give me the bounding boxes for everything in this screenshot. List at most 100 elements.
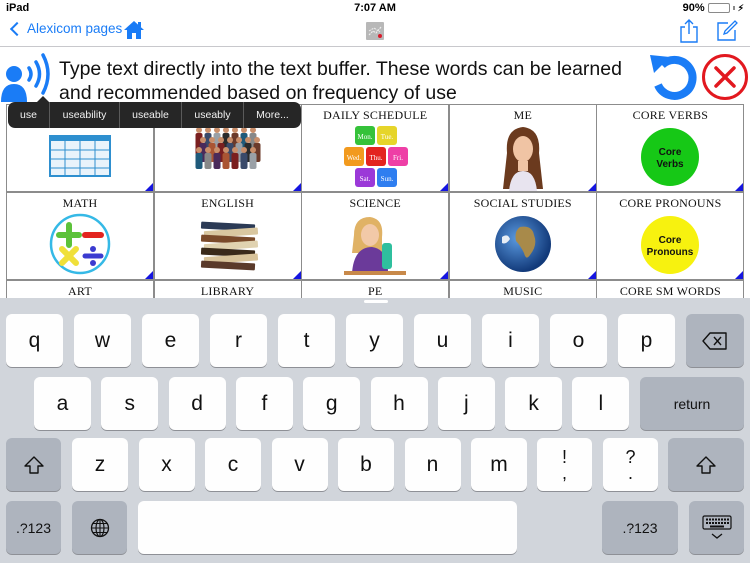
grid-cell-social-studies[interactable]: SOCIAL STUDIES [448, 192, 597, 280]
keyboard-handle[interactable] [364, 300, 388, 303]
key-p[interactable]: p [618, 314, 675, 367]
folder-corner-indicator [292, 183, 301, 191]
svg-text:Fri.: Fri. [393, 154, 403, 162]
folder-corner-indicator [292, 271, 301, 279]
grid-cell-music[interactable]: MUSIC [448, 280, 597, 299]
back-button[interactable]: Alexicom pages [8, 21, 122, 36]
globe-key[interactable] [72, 501, 127, 554]
status-time: 7:07 AM [354, 2, 396, 14]
page-grid: MORNING MEETINGPEOPLEDAILY SCHEDULEMon.T… [6, 104, 745, 299]
key-k[interactable]: k [505, 377, 563, 430]
key-q[interactable]: q [6, 314, 63, 367]
grid-cell-daily-schedule[interactable]: DAILY SCHEDULE Mon. Tue. Wed. Thu. Fri. Sat. Su… [301, 104, 450, 192]
core-verbs-circle: Core Verbs [640, 127, 700, 191]
key-t[interactable]: t [278, 314, 335, 367]
return-key[interactable]: return [640, 377, 744, 430]
grid-cell-label: LIBRARY [200, 284, 255, 298]
key-g[interactable]: g [303, 377, 361, 430]
key-exclaim-comma[interactable]: !, [537, 438, 592, 491]
folder-corner-indicator [440, 271, 449, 279]
grid-cell-science[interactable]: SCIENCE [301, 192, 450, 280]
share-icon[interactable] [678, 19, 700, 43]
grid-cell-english[interactable]: ENGLISH [153, 192, 302, 280]
books-picture [197, 217, 259, 278]
key-d[interactable]: d [168, 377, 226, 430]
suggestion-useably[interactable]: useably [182, 102, 244, 128]
svg-text:Sat.: Sat. [360, 175, 371, 183]
key-c[interactable]: c [205, 438, 261, 491]
suggestion-use[interactable]: use [8, 102, 50, 128]
grid-cell-label: CORE PRONOUNS [619, 196, 722, 210]
key-n[interactable]: n [404, 438, 461, 491]
space-bar[interactable] [138, 501, 517, 554]
key-o[interactable]: o [550, 314, 607, 367]
folder-corner-indicator [735, 183, 744, 191]
svg-text:Tue.: Tue. [381, 133, 394, 141]
onscreen-keyboard: q w e r t y u i o p a s d f g h j k l return z x c v b n m!,?. .?12… [0, 298, 750, 563]
battery-icon [707, 3, 730, 13]
key-a[interactable]: a [34, 377, 91, 430]
suggestion-useability[interactable]: useability [50, 102, 120, 128]
key-v[interactable]: v [271, 438, 328, 491]
key-x[interactable]: x [138, 438, 195, 491]
numbers-key-left[interactable]: .?123 [6, 501, 61, 554]
numbers-key-right[interactable]: .?123 [602, 501, 678, 554]
key-y[interactable]: y [346, 314, 403, 367]
compose-icon[interactable] [716, 20, 738, 42]
folder-corner-indicator [440, 183, 449, 191]
folder-corner-indicator [735, 271, 744, 279]
key-s[interactable]: s [101, 377, 159, 430]
grid-cell-pe[interactable]: PE [301, 280, 450, 299]
key-l[interactable]: l [572, 377, 630, 430]
key-u[interactable]: u [414, 314, 471, 367]
clear-x-icon[interactable] [701, 53, 749, 101]
backspace-key[interactable] [686, 314, 744, 367]
globe-icon [90, 518, 109, 537]
key-m[interactable]: m [471, 438, 527, 491]
folder-corner-indicator [587, 271, 596, 279]
key-bottom-char: , [561, 462, 567, 483]
key-j[interactable]: j [437, 377, 495, 430]
text-buffer[interactable]: Type text directly into the text buffer.… [59, 57, 639, 105]
key-r[interactable]: r [210, 314, 267, 367]
key-question-period[interactable]: ?. [603, 438, 658, 491]
key-z[interactable]: z [72, 438, 128, 491]
shift-key-right[interactable] [668, 438, 744, 491]
key-e[interactable]: e [142, 314, 199, 367]
undo-icon[interactable] [648, 51, 700, 103]
key-i[interactable]: i [482, 314, 539, 367]
grid-cell-label: ART [68, 284, 92, 298]
grid-cell-core-verbs[interactable]: CORE VERBS Core Verbs [596, 104, 745, 192]
weekdays-picture: Mon. Tue. Wed. Thu. Fri. Sat. Sun. [341, 126, 409, 191]
grid-cell-math[interactable]: MATH [6, 192, 154, 280]
key-f[interactable]: f [235, 377, 293, 430]
home-icon[interactable] [123, 20, 145, 40]
key-w[interactable]: w [74, 314, 131, 367]
chevron-left-icon [9, 21, 25, 36]
suggestion-useable[interactable]: useable [120, 102, 182, 128]
suggestion-more[interactable]: More... [244, 102, 301, 128]
battery-status: 90% ⚡︎ [683, 2, 744, 14]
svg-text:Thu.: Thu. [370, 154, 383, 162]
grid-cell-library[interactable]: LIBRARY [153, 280, 302, 299]
dismiss-keyboard-key[interactable] [689, 501, 744, 554]
key-b[interactable]: b [338, 438, 394, 491]
key-h[interactable]: h [370, 377, 428, 430]
key-bottom-char: . [627, 462, 633, 483]
grid-cell-label: PE [367, 284, 383, 298]
svg-text:Verbs: Verbs [657, 159, 685, 170]
shift-key-left[interactable] [6, 438, 61, 491]
svg-text:Wed.: Wed. [347, 154, 362, 162]
shift-icon [23, 455, 44, 474]
grid-cell-art[interactable]: ART [6, 280, 154, 299]
grid-cell-label: CORE SM WORDS [619, 284, 721, 298]
chart-thumbnail-icon[interactable] [366, 22, 384, 40]
grid-cell-label: SCIENCE [349, 196, 401, 210]
child-microscope-picture [344, 213, 407, 279]
grid-cell-core-pronouns[interactable]: CORE PRONOUNS Core Pronouns [596, 192, 745, 280]
math-symbols-picture [49, 213, 111, 279]
grid-cell-me[interactable]: ME [448, 104, 597, 192]
backspace-icon [702, 331, 727, 350]
grid-cell-core-sm-words[interactable]: CORE SM WORDS [596, 280, 745, 299]
back-label: Alexicom pages [27, 21, 123, 36]
